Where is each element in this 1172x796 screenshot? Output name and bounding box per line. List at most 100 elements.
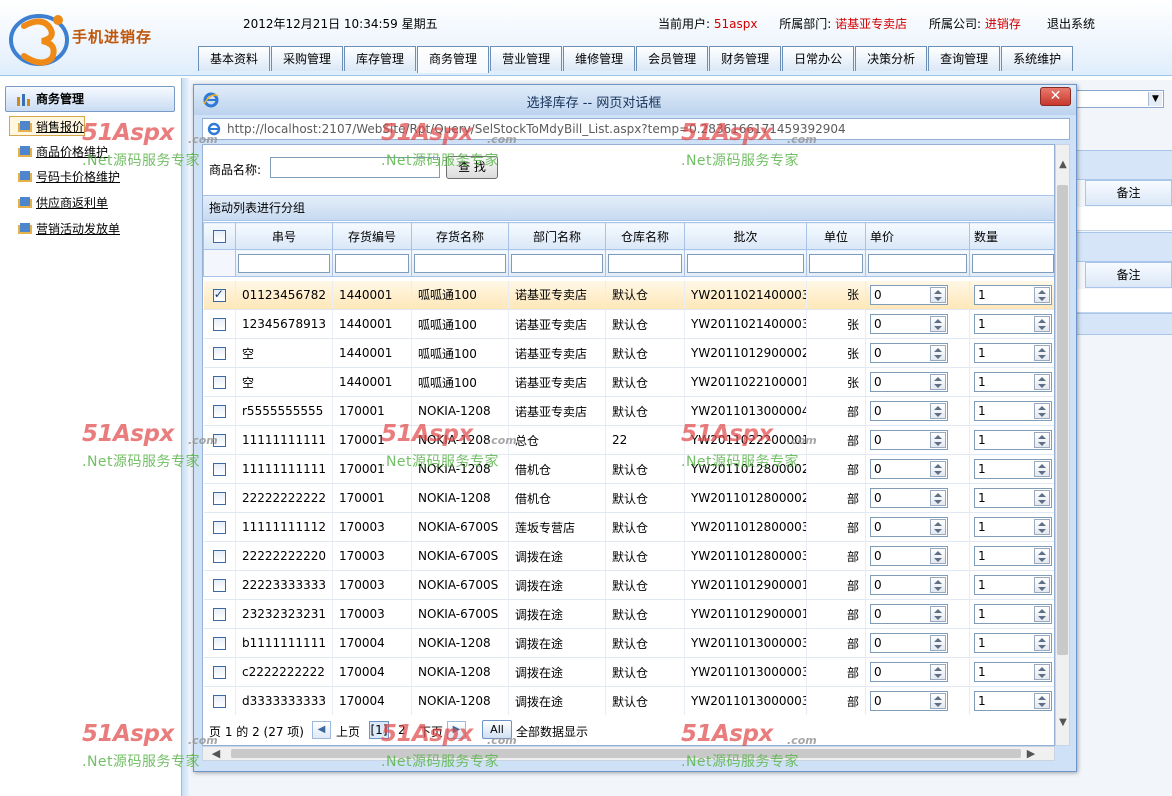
horizontal-scrollbar[interactable]: ◀ ▶ bbox=[202, 746, 1055, 761]
sidebar-item-supplier-rebate[interactable]: 供应商返利单 bbox=[14, 193, 108, 213]
spin-up-icon[interactable] bbox=[934, 609, 942, 613]
spin-down-icon[interactable] bbox=[1038, 645, 1046, 649]
filter-qty-input[interactable] bbox=[972, 253, 1054, 273]
vertical-scrollbar[interactable]: ▲ ▼ bbox=[1055, 144, 1070, 746]
checkbox-icon[interactable]: ✓ bbox=[212, 287, 226, 302]
filter-dept-input[interactable] bbox=[511, 253, 603, 273]
checkbox-icon[interactable] bbox=[212, 550, 226, 563]
spin-down-icon[interactable] bbox=[1038, 703, 1046, 707]
column-header[interactable]: 串号 bbox=[235, 222, 333, 250]
price-stepper[interactable]: 0 bbox=[870, 575, 948, 595]
spinner-icon[interactable] bbox=[930, 577, 946, 593]
spin-up-icon[interactable] bbox=[934, 638, 942, 642]
spin-up-icon[interactable] bbox=[934, 696, 942, 700]
spin-down-icon[interactable] bbox=[1038, 587, 1046, 591]
spin-down-icon[interactable] bbox=[934, 500, 942, 504]
spin-up-icon[interactable] bbox=[1038, 667, 1046, 671]
qty-stepper[interactable]: 1 bbox=[974, 372, 1052, 392]
checkbox-icon[interactable] bbox=[212, 695, 226, 708]
spin-down-icon[interactable] bbox=[1038, 500, 1046, 504]
table-row[interactable]: 空 1440001 呱呱通100 诺基亚专卖店 默认仓 YW2011022100001 张 0… bbox=[203, 367, 1054, 397]
price-stepper[interactable]: 0 bbox=[870, 662, 948, 682]
column-header[interactable]: 部门名称 bbox=[508, 222, 606, 250]
spinner-icon[interactable] bbox=[1034, 577, 1050, 593]
spin-up-icon[interactable] bbox=[1038, 522, 1046, 526]
tab-basic-data[interactable]: 基本资料 bbox=[198, 46, 271, 71]
tab-system[interactable]: 系统维护 bbox=[1001, 46, 1074, 71]
price-stepper[interactable]: 0 bbox=[870, 604, 948, 624]
spin-up-icon[interactable] bbox=[1038, 319, 1046, 323]
spin-up-icon[interactable] bbox=[1038, 377, 1046, 381]
spinner-icon[interactable] bbox=[1034, 316, 1050, 332]
show-all-button[interactable]: All bbox=[482, 720, 512, 739]
spinner-icon[interactable] bbox=[1034, 461, 1050, 477]
checkbox-icon[interactable] bbox=[212, 347, 226, 360]
spin-up-icon[interactable] bbox=[1038, 435, 1046, 439]
checkbox-icon[interactable] bbox=[212, 666, 226, 679]
next-page-link[interactable]: 下页 bbox=[419, 723, 443, 740]
tab-member[interactable]: 会员管理 bbox=[636, 46, 709, 71]
spin-up-icon[interactable] bbox=[1038, 289, 1046, 294]
qty-stepper[interactable]: 1 bbox=[974, 488, 1052, 508]
column-header[interactable]: 数量 bbox=[969, 222, 1054, 250]
tab-repair[interactable]: 维修管理 bbox=[563, 46, 636, 71]
spin-down-icon[interactable] bbox=[934, 703, 942, 707]
spin-down-icon[interactable] bbox=[1038, 558, 1046, 562]
column-header[interactable]: 单位 bbox=[806, 222, 866, 250]
table-row[interactable]: d3333333333 170004 NOKIA-1208 调拨在途 默认仓 YW2011… bbox=[203, 686, 1054, 716]
spin-down-icon[interactable] bbox=[934, 674, 942, 678]
table-row[interactable]: 22222222220 170003 NOKIA-6700S 调拨在途 默认仓 YW201… bbox=[203, 541, 1054, 571]
spin-up-icon[interactable] bbox=[934, 348, 942, 352]
spinner-icon[interactable] bbox=[1034, 432, 1050, 448]
checkbox-icon[interactable] bbox=[212, 405, 226, 418]
tab-analysis[interactable]: 决策分析 bbox=[855, 46, 928, 71]
filter-warehouse-input[interactable] bbox=[608, 253, 682, 273]
spin-down-icon[interactable] bbox=[934, 616, 942, 620]
qty-stepper[interactable]: 1 bbox=[974, 343, 1052, 363]
spin-up-icon[interactable] bbox=[934, 580, 942, 584]
spin-down-icon[interactable] bbox=[934, 587, 942, 591]
scroll-right-icon[interactable]: ▶ bbox=[1024, 747, 1038, 760]
spinner-icon[interactable] bbox=[1034, 286, 1050, 303]
tab-purchase[interactable]: 采购管理 bbox=[271, 46, 344, 71]
price-stepper[interactable]: 0 bbox=[870, 517, 948, 537]
spin-up-icon[interactable] bbox=[1038, 551, 1046, 555]
column-header[interactable]: 仓库名称 bbox=[605, 222, 685, 250]
table-row[interactable]: 22222222222 170001 NOKIA-1208 借机仓 默认仓 YW20110… bbox=[203, 483, 1054, 513]
spin-down-icon[interactable] bbox=[934, 558, 942, 562]
spinner-icon[interactable] bbox=[930, 693, 946, 709]
prev-page-icon[interactable]: ◀ bbox=[312, 721, 331, 739]
spinner-icon[interactable] bbox=[1034, 374, 1050, 390]
spin-down-icon[interactable] bbox=[934, 296, 942, 301]
spin-down-icon[interactable] bbox=[1038, 471, 1046, 475]
spin-up-icon[interactable] bbox=[934, 522, 942, 526]
search-button[interactable]: 查 找 bbox=[446, 156, 498, 179]
tab-query[interactable]: 查询管理 bbox=[928, 46, 1001, 71]
spin-down-icon[interactable] bbox=[934, 471, 942, 475]
table-row[interactable]: c2222222222 170004 NOKIA-1208 调拨在途 默认仓 YW2011… bbox=[203, 657, 1054, 687]
checkbox-icon[interactable] bbox=[212, 318, 226, 331]
price-stepper[interactable]: 0 bbox=[870, 546, 948, 566]
table-row[interactable]: 11111111111 170001 NOKIA-1208 总仓 22 YW2011022… bbox=[203, 425, 1054, 455]
table-row[interactable]: 空 1440001 呱呱通100 诺基亚专卖店 默认仓 YW2011012900002 张 0… bbox=[203, 338, 1054, 368]
spin-up-icon[interactable] bbox=[934, 667, 942, 671]
filter-batch-input[interactable] bbox=[687, 253, 804, 273]
sidebar-splitter[interactable] bbox=[181, 78, 189, 796]
spin-up-icon[interactable] bbox=[934, 464, 942, 468]
spin-down-icon[interactable] bbox=[934, 645, 942, 649]
spin-up-icon[interactable] bbox=[1038, 406, 1046, 410]
tab-inventory[interactable]: 库存管理 bbox=[344, 46, 417, 71]
spin-down-icon[interactable] bbox=[1038, 296, 1046, 301]
column-header[interactable]: 批次 bbox=[684, 222, 807, 250]
spinner-icon[interactable] bbox=[1034, 403, 1050, 419]
spin-up-icon[interactable] bbox=[1038, 638, 1046, 642]
spin-down-icon[interactable] bbox=[934, 529, 942, 533]
spin-up-icon[interactable] bbox=[934, 493, 942, 497]
spinner-icon[interactable] bbox=[930, 490, 946, 506]
scroll-thumb[interactable] bbox=[1057, 185, 1068, 655]
table-row[interactable]: ✓ 01123456782 1440001 呱呱通100 诺基亚专卖店 默认仓 YW2011… bbox=[203, 280, 1054, 310]
next-page-icon[interactable]: ▶ bbox=[447, 721, 466, 739]
price-stepper[interactable]: 0 bbox=[870, 459, 948, 479]
tab-business[interactable]: 商务管理 bbox=[417, 46, 490, 73]
spin-up-icon[interactable] bbox=[1038, 348, 1046, 352]
